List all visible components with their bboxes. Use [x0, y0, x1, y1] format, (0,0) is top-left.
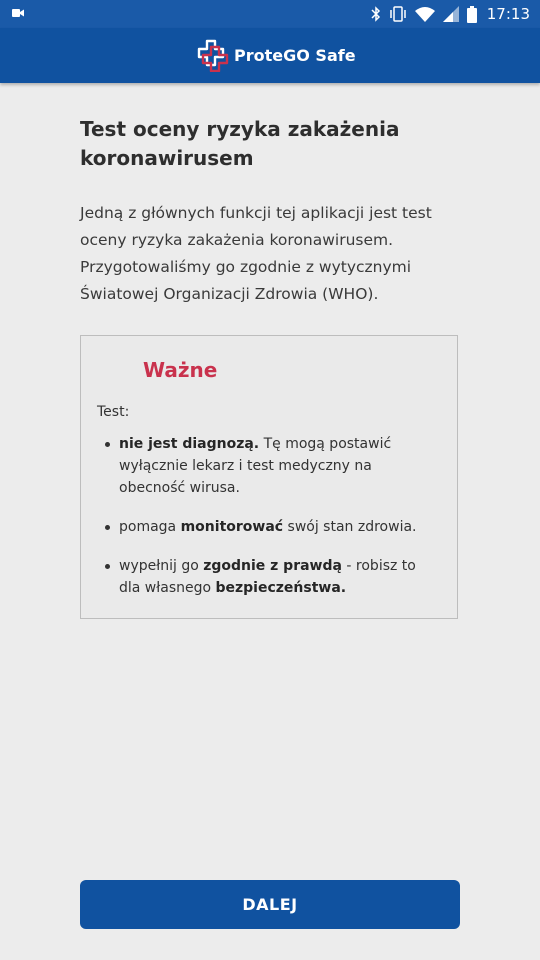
- wifi-icon: [414, 7, 435, 22]
- info-item-text: pomaga: [119, 519, 181, 535]
- intro-text: Jedną z głównych funkcji tej aplikacji j…: [80, 204, 432, 303]
- info-list-item: nie jest diagnozą. Tę mogą postawić wyłą…: [105, 433, 439, 499]
- info-list-item: wypełnij go zgodnie z prawdą - robisz to…: [105, 555, 439, 599]
- info-box-title: Ważne: [143, 358, 218, 382]
- vibrate-icon: [390, 6, 406, 22]
- battery-icon: [466, 5, 477, 23]
- bluetooth-icon: [371, 6, 380, 22]
- app-brand: ProteGO Safe: [196, 38, 356, 72]
- status-time: 17:13: [486, 5, 530, 23]
- status-bar: 17:13: [0, 0, 540, 28]
- protego-logo-icon: [197, 39, 229, 72]
- next-button[interactable]: DALEJ: [80, 880, 460, 929]
- info-item-emphasis: nie jest diagnozą.: [119, 436, 260, 452]
- info-list: nie jest diagnozą. Tę mogą postawić wyłą…: [105, 433, 439, 616]
- info-item-text: wypełnij go: [119, 558, 204, 574]
- signal-icon: [442, 6, 459, 22]
- camera-icon: [12, 9, 24, 17]
- info-item-emphasis: zgodnie z prawdą: [203, 558, 342, 574]
- page-title: Test oceny ryzyka zakażenia koronawiruse…: [80, 117, 400, 170]
- info-item-emphasis: monitorować: [180, 519, 284, 535]
- app-bar: ProteGO Safe: [0, 28, 540, 83]
- important-info-box: Ważne Test: nie jest diagnozą. Tę mogą p…: [80, 335, 458, 619]
- info-item-text: swój stan zdrowia.: [283, 519, 417, 535]
- info-item-emphasis: bezpieczeństwa.: [215, 580, 347, 596]
- app-name: ProteGO Safe: [234, 45, 356, 65]
- info-list-item: pomaga monitorować swój stan zdrowia.: [105, 516, 439, 538]
- info-box-lead: Test:: [97, 404, 130, 420]
